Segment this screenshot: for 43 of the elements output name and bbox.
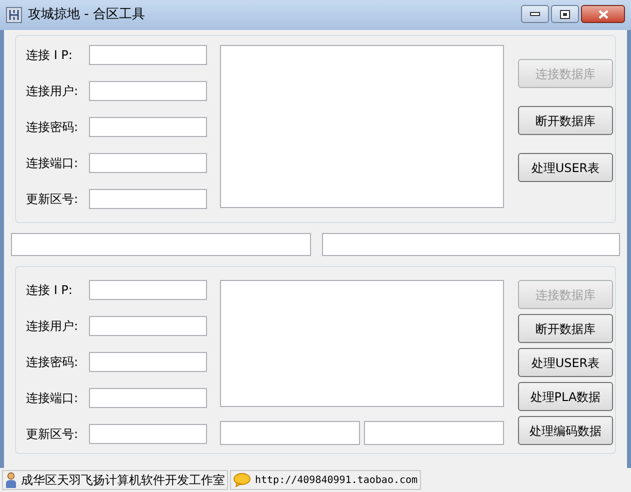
field-label: 连接用户:: [26, 83, 80, 100]
input-field[interactable]: [89, 117, 207, 137]
text-area[interactable]: [220, 280, 504, 407]
input-field[interactable]: [89, 153, 207, 173]
action-button[interactable]: 处理USER表: [518, 153, 613, 182]
field-label: 连接端口:: [26, 390, 80, 407]
field-label: 连接 I P:: [26, 47, 74, 64]
input-field[interactable]: [89, 388, 207, 408]
minimize-icon: [530, 12, 540, 16]
field-label: 连接密码:: [26, 354, 80, 371]
window-title: 攻城掠地 - 合区工具: [28, 6, 145, 24]
action-button[interactable]: 断开数据库: [518, 106, 613, 135]
action-button[interactable]: 处理PLA数据: [518, 382, 613, 411]
input-field[interactable]: [322, 233, 620, 256]
action-button[interactable]: 处理编码数据: [518, 416, 613, 445]
status-text: http://409840991.taobao.com: [255, 474, 418, 488]
input-field[interactable]: [89, 45, 207, 65]
field-label: 更新区号:: [26, 191, 80, 208]
action-button[interactable]: 断开数据库: [518, 314, 613, 343]
input-field[interactable]: [89, 81, 207, 101]
minimize-button[interactable]: [521, 5, 549, 23]
speech-bubble-icon: [233, 473, 251, 487]
input-field[interactable]: [364, 421, 504, 445]
app-icon: [6, 7, 22, 23]
status-text: 成华区天羽飞扬计算机软件开发工作室: [21, 472, 225, 489]
input-field[interactable]: [89, 316, 207, 336]
person-icon: [5, 472, 17, 488]
field-label: 更新区号:: [26, 426, 80, 443]
action-button[interactable]: 处理USER表: [518, 348, 613, 377]
field-label: 连接用户:: [26, 318, 80, 335]
field-label: 连接密码:: [26, 119, 80, 136]
input-field[interactable]: [89, 189, 207, 209]
maximize-button[interactable]: [551, 5, 579, 23]
input-field[interactable]: [220, 421, 360, 445]
input-field[interactable]: [89, 424, 207, 444]
maximize-icon: [560, 10, 570, 18]
input-field[interactable]: [89, 352, 207, 372]
field-label: 连接 I P:: [26, 282, 74, 299]
close-button[interactable]: [581, 5, 625, 23]
input-field[interactable]: [89, 280, 207, 300]
input-field[interactable]: [11, 233, 310, 256]
close-icon: [598, 10, 608, 18]
field-label: 连接端口:: [26, 155, 80, 172]
